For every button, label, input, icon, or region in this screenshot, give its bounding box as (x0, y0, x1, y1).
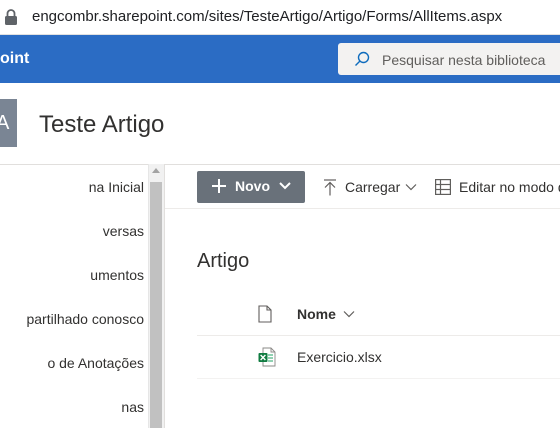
nav-item-notebook[interactable]: o de Anotações (0, 341, 148, 385)
plus-icon (212, 179, 226, 193)
chevron-down-icon (405, 184, 417, 191)
column-header-row: Nome (197, 294, 560, 336)
new-button[interactable]: Novo (197, 171, 305, 203)
app-brand[interactable]: oint (0, 50, 29, 68)
left-navigation: na Inicial versas umentos partilhado con… (0, 164, 148, 428)
command-bar: Novo Carregar Editar no modo d (165, 164, 560, 209)
nav-item-conversations[interactable]: versas (0, 209, 148, 253)
edit-button-label: Editar no modo d (459, 179, 560, 195)
nav-scrollbar[interactable] (148, 164, 164, 428)
library-title: Artigo (197, 250, 250, 272)
url-text[interactable]: engcombr.sharepoint.com/sites/TesteArtig… (32, 8, 502, 25)
nav-item-label: partilhado conosco (26, 311, 144, 327)
file-name-link[interactable]: Exercicio.xlsx (297, 349, 382, 365)
nav-item-label: versas (102, 223, 144, 239)
browser-address-bar[interactable]: engcombr.sharepoint.com/sites/TesteArtig… (0, 0, 560, 35)
nav-item-label: nas (121, 399, 144, 415)
nav-item-label: na Inicial (88, 179, 144, 195)
scroll-up-arrow-icon[interactable] (152, 168, 160, 173)
nav-item-pages[interactable]: nas (0, 385, 148, 428)
nav-item-home[interactable]: na Inicial (0, 165, 148, 209)
search-icon (355, 51, 370, 66)
upload-button[interactable]: Carregar (321, 171, 421, 203)
new-button-label: Novo (235, 178, 270, 194)
nav-item-documents[interactable]: umentos (0, 253, 148, 297)
scroll-thumb[interactable] (150, 182, 162, 428)
upload-icon (324, 179, 336, 196)
search-input[interactable]: Pesquisar nesta biblioteca (338, 43, 560, 75)
chevron-down-icon[interactable] (343, 310, 355, 318)
search-placeholder: Pesquisar nesta biblioteca (382, 52, 546, 68)
excel-icon (258, 347, 276, 367)
chevron-down-icon (279, 182, 291, 190)
grid-icon (435, 179, 451, 195)
suite-bar: oint Pesquisar nesta biblioteca (0, 35, 560, 83)
nav-item-label: umentos (90, 267, 144, 283)
nav-item-label: o de Anotações (47, 355, 144, 371)
site-logo[interactable]: A (0, 99, 17, 147)
nav-item-shared-with-us[interactable]: partilhado conosco (0, 297, 148, 341)
table-row[interactable]: Exercicio.xlsx (197, 337, 560, 379)
site-title[interactable]: Teste Artigo (39, 111, 164, 139)
document-icon[interactable] (258, 305, 272, 323)
name-column-header[interactable]: Nome (297, 306, 336, 322)
lock-icon[interactable] (4, 8, 18, 26)
upload-button-label: Carregar (345, 179, 401, 195)
edit-grid-view-button[interactable]: Editar no modo d (433, 171, 560, 203)
site-header: A Teste Artigo (0, 83, 560, 163)
